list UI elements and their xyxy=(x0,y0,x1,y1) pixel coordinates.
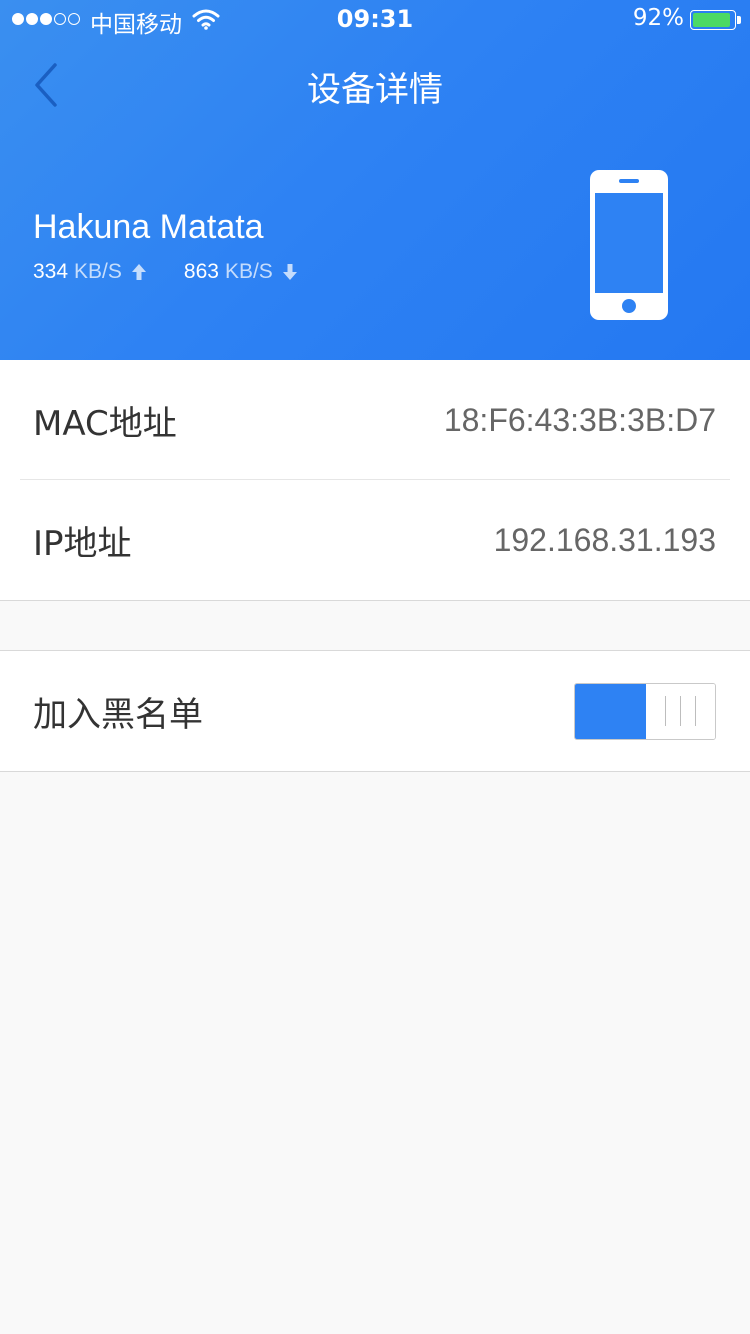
chevron-left-icon xyxy=(35,63,57,107)
mac-address-row: MAC地址 18:F6:43:3B:3B:D7 xyxy=(0,360,750,480)
header-banner: 中国移动 09:31 92% 设备详情 Hakuna Matata 334 KB… xyxy=(0,0,750,360)
mac-address-value: 18:F6:43:3B:3B:D7 xyxy=(443,401,716,438)
back-button[interactable] xyxy=(24,60,68,110)
upload-speed-unit: KB/S xyxy=(74,260,122,283)
ip-address-row: IP地址 192.168.31.193 xyxy=(0,480,750,600)
blacklist-toggle[interactable] xyxy=(574,682,716,740)
device-name: Hakuna Matata xyxy=(33,208,264,246)
battery-icon xyxy=(690,10,736,30)
arrow-down-icon xyxy=(282,264,297,280)
upload-speed-value: 334 xyxy=(33,260,69,283)
arrow-up-icon xyxy=(131,264,146,280)
download-speed-unit: KB/S xyxy=(224,260,273,283)
battery-percent: 92% xyxy=(632,5,684,31)
carrier-name: 中国移动 xyxy=(90,12,182,38)
wifi-icon xyxy=(192,9,220,30)
blacklist-label: 加入黑名单 xyxy=(33,694,203,735)
download-speed-value: 863 xyxy=(183,260,219,283)
ip-address-label: IP地址 xyxy=(33,523,132,564)
battery-fill xyxy=(693,13,730,27)
toggle-knob[interactable] xyxy=(646,683,715,739)
ip-address-value: 192.168.31.193 xyxy=(493,521,716,558)
toggle-on-track xyxy=(575,683,646,739)
mac-address-label: MAC地址 xyxy=(33,403,177,444)
signal-strength-icon xyxy=(12,13,80,25)
blacklist-row: 加入黑名单 xyxy=(0,651,750,771)
device-details-section: MAC地址 18:F6:43:3B:3B:D7 IP地址 192.168.31.… xyxy=(0,360,750,601)
page-title: 设备详情 xyxy=(307,70,443,110)
status-bar: 中国移动 09:31 92% xyxy=(0,0,750,40)
blacklist-section: 加入黑名单 xyxy=(0,650,750,772)
smartphone-icon xyxy=(590,170,668,320)
speed-info: 334 KB/S 863 KB/S xyxy=(33,260,299,284)
